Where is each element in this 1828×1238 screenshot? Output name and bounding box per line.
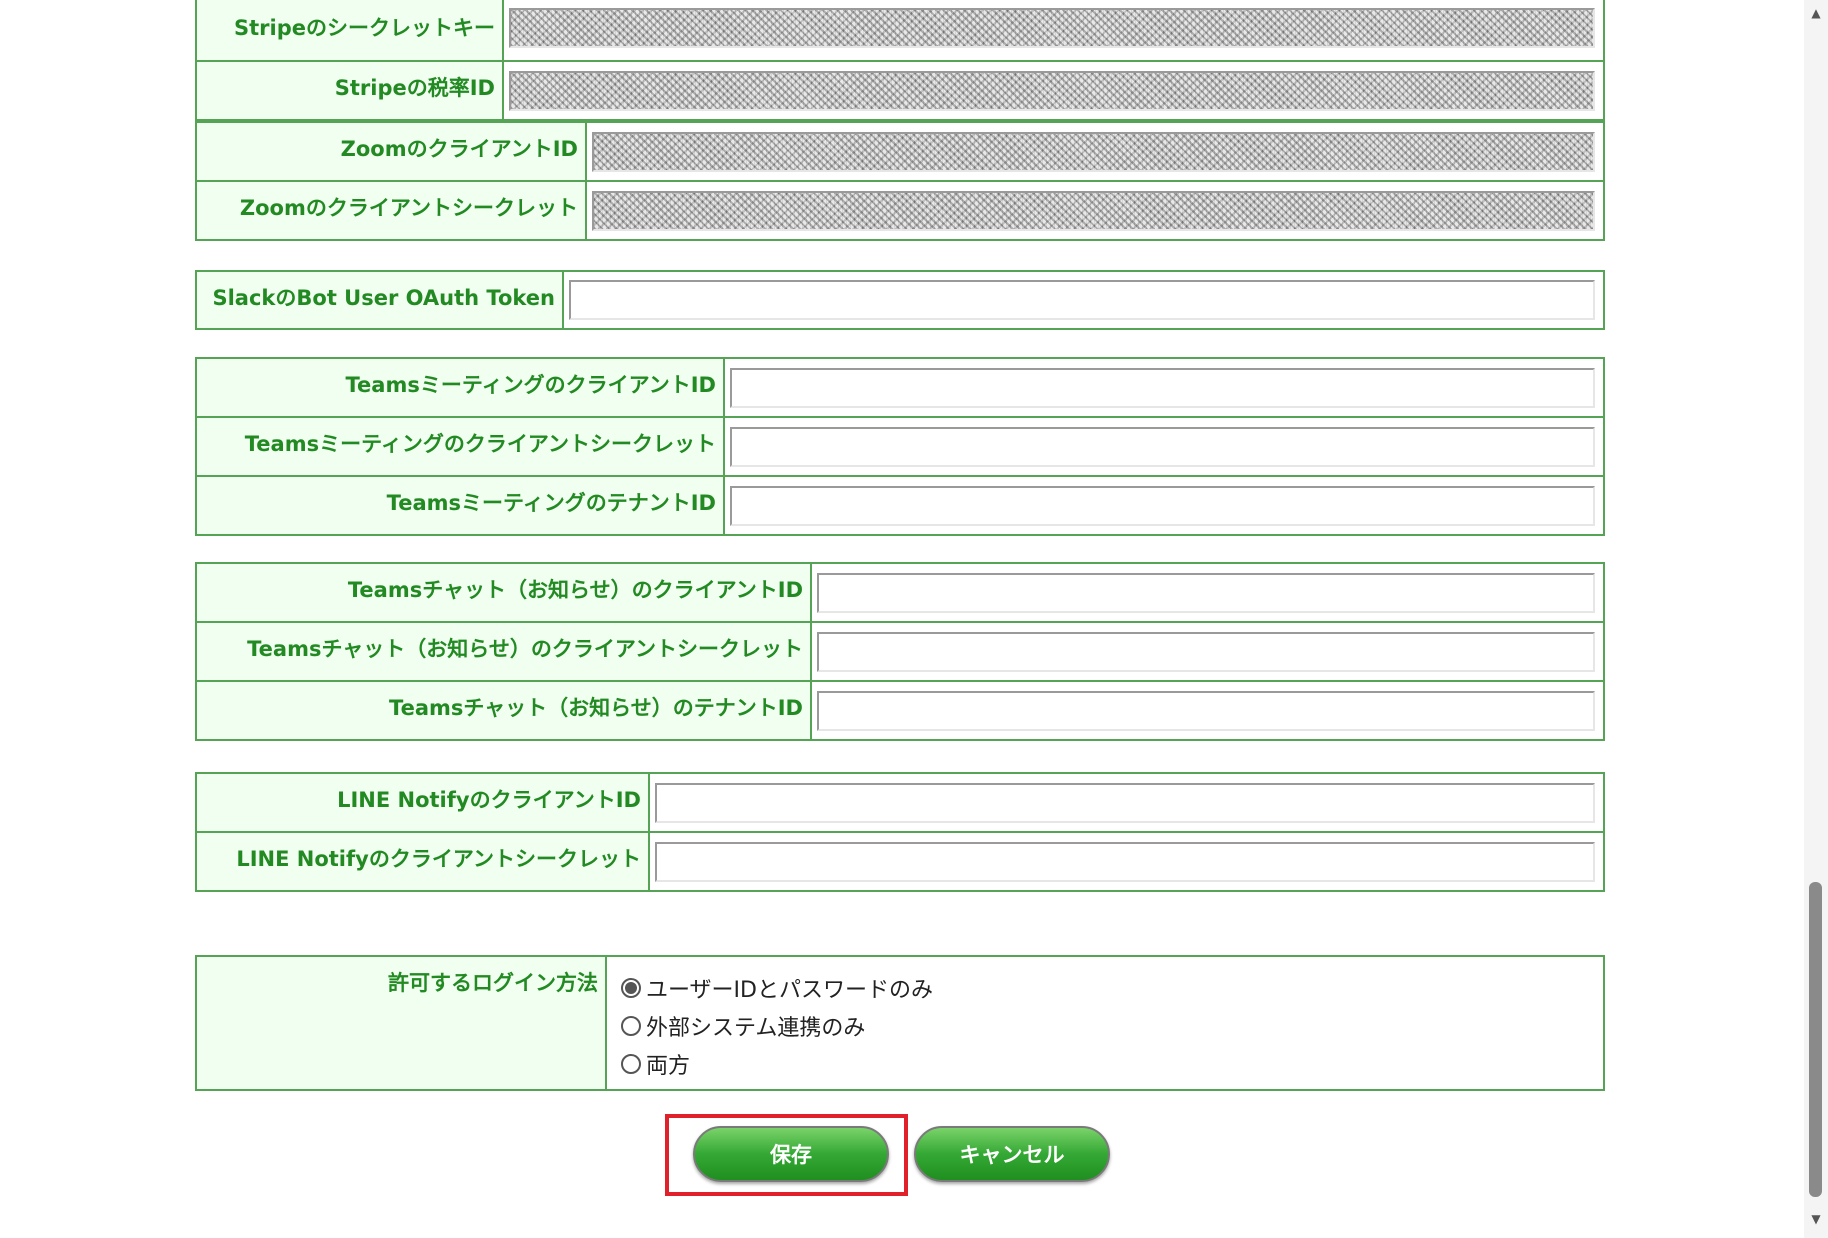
teams-meeting-client-secret-row: Teamsミーティングのクライアントシークレット: [195, 416, 1605, 477]
scroll-up-arrow-icon[interactable]: ▲: [1809, 6, 1823, 20]
line-client-secret-row: LINE Notifyのクライアントシークレット: [195, 831, 1605, 892]
login-option-both-label: 両方: [646, 1054, 691, 1079]
teams-chat-tenant-id-input[interactable]: [817, 690, 1595, 731]
teams-meeting-settings-table: TeamsミーティングのクライアントID Teamsミーティングのクライアントシ…: [195, 357, 1605, 536]
zoom-client-secret-input[interactable]: [592, 190, 1595, 231]
line-client-secret-input[interactable]: [655, 841, 1595, 882]
login-option-both[interactable]: 両方: [621, 1045, 1603, 1083]
line-client-secret-label: LINE Notifyのクライアントシークレット: [195, 831, 650, 892]
line-notify-settings-table: LINE NotifyのクライアントID LINE Notifyのクライアントシ…: [195, 772, 1605, 892]
teams-chat-tenant-id-row: Teamsチャット（お知らせ）のテナントID: [195, 680, 1605, 741]
stripe-tax-rate-label: Stripeの税率ID: [195, 60, 504, 121]
line-client-id-row: LINE NotifyのクライアントID: [195, 772, 1605, 833]
zoom-settings-table: ZoomのクライアントID Zoomのクライアントシークレット: [195, 121, 1605, 241]
teams-meeting-client-id-row: TeamsミーティングのクライアントID: [195, 357, 1605, 418]
login-option-external-label: 外部システム連携のみ: [646, 1016, 866, 1041]
cancel-button[interactable]: キャンセル: [914, 1126, 1110, 1182]
scrollbar-thumb[interactable]: [1809, 882, 1822, 1197]
line-client-id-label: LINE NotifyのクライアントID: [195, 772, 650, 833]
login-option-password-label: ユーザーIDとパスワードのみ: [646, 978, 933, 1003]
teams-chat-settings-table: Teamsチャット（お知らせ）のクライアントID Teamsチャット（お知らせ）…: [195, 562, 1605, 741]
teams-meeting-client-id-label: TeamsミーティングのクライアントID: [195, 357, 725, 418]
teams-meeting-client-secret-label: Teamsミーティングのクライアントシークレット: [195, 416, 725, 477]
teams-meeting-tenant-id-input[interactable]: [730, 485, 1595, 526]
teams-meeting-client-id-input[interactable]: [730, 367, 1595, 408]
radio-unselected-icon[interactable]: [621, 1016, 641, 1036]
teams-chat-client-secret-label: Teamsチャット（お知らせ）のクライアントシークレット: [195, 621, 812, 682]
stripe-secret-key-label: Stripeのシークレットキー: [195, 0, 504, 62]
line-client-id-input[interactable]: [655, 782, 1595, 823]
teams-chat-client-id-label: Teamsチャット（お知らせ）のクライアントID: [195, 562, 812, 623]
teams-chat-client-secret-input[interactable]: [817, 631, 1595, 672]
teams-meeting-tenant-id-row: TeamsミーティングのテナントID: [195, 475, 1605, 536]
login-option-password[interactable]: ユーザーIDとパスワードのみ: [621, 969, 1603, 1007]
teams-meeting-tenant-id-label: TeamsミーティングのテナントID: [195, 475, 725, 536]
radio-unselected-icon[interactable]: [621, 1054, 641, 1074]
login-option-external[interactable]: 外部システム連携のみ: [621, 1007, 1603, 1045]
slack-token-label: SlackのBot User OAuth Token: [195, 270, 564, 330]
stripe-secret-key-input[interactable]: [509, 8, 1595, 48]
teams-chat-client-id-row: Teamsチャット（お知らせ）のクライアントID: [195, 562, 1605, 623]
teams-meeting-client-secret-input[interactable]: [730, 426, 1595, 467]
teams-chat-client-id-input[interactable]: [817, 572, 1595, 613]
scroll-down-arrow-icon[interactable]: ▼: [1809, 1212, 1823, 1226]
radio-selected-icon[interactable]: [621, 978, 641, 998]
stripe-tax-rate-input[interactable]: [509, 70, 1595, 111]
login-method-table: 許可するログイン方法 ユーザーIDとパスワードのみ 外部システム連携のみ 両方: [195, 955, 1605, 1091]
zoom-client-id-input[interactable]: [592, 131, 1595, 172]
login-method-radio-group: ユーザーIDとパスワードのみ 外部システム連携のみ 両方: [607, 957, 1603, 1089]
teams-chat-client-secret-row: Teamsチャット（お知らせ）のクライアントシークレット: [195, 621, 1605, 682]
slack-settings-table: SlackのBot User OAuth Token: [195, 270, 1605, 330]
login-method-row: 許可するログイン方法 ユーザーIDとパスワードのみ 外部システム連携のみ 両方: [195, 955, 1605, 1091]
stripe-settings-table: Stripeのシークレットキー Stripeの税率ID: [195, 0, 1605, 121]
login-method-label: 許可するログイン方法: [195, 955, 607, 1091]
zoom-client-secret-label: Zoomのクライアントシークレット: [195, 180, 587, 241]
zoom-client-secret-row: Zoomのクライアントシークレット: [195, 180, 1605, 241]
save-button[interactable]: 保存: [693, 1126, 889, 1182]
teams-chat-tenant-id-label: Teamsチャット（お知らせ）のテナントID: [195, 680, 812, 741]
stripe-tax-rate-row: Stripeの税率ID: [195, 60, 1605, 121]
zoom-client-id-label: ZoomのクライアントID: [195, 121, 587, 182]
stripe-secret-key-row: Stripeのシークレットキー: [195, 0, 1605, 62]
zoom-client-id-row: ZoomのクライアントID: [195, 121, 1605, 182]
slack-token-input[interactable]: [569, 280, 1595, 320]
slack-token-row: SlackのBot User OAuth Token: [195, 270, 1605, 330]
